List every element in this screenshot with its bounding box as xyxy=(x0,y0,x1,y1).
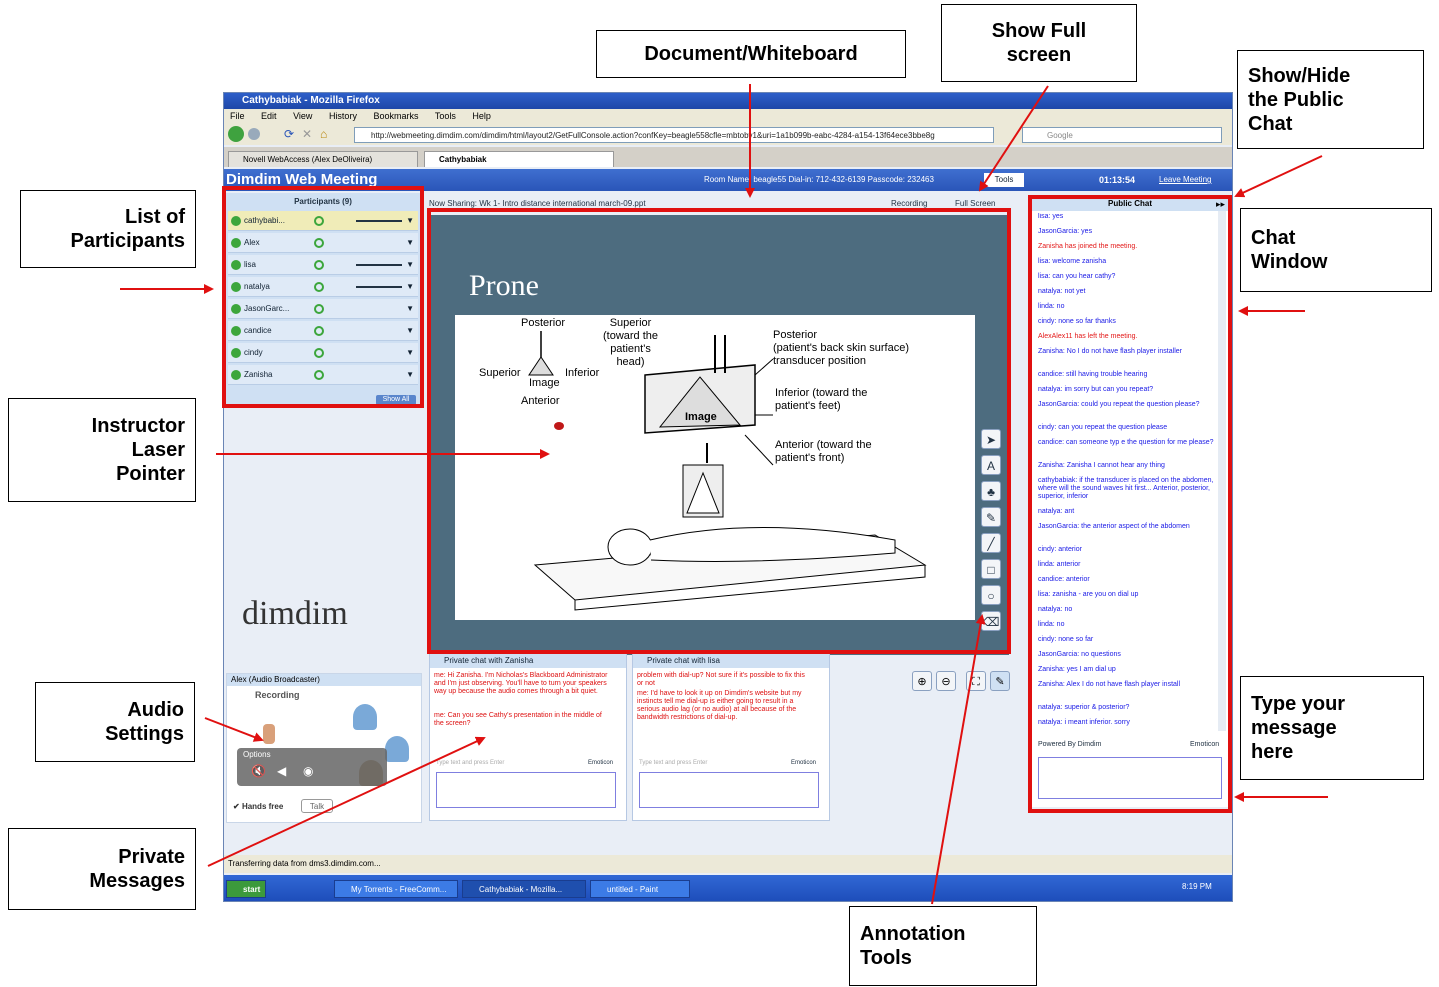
callout-type-your-message: Type your message here xyxy=(1240,676,1424,780)
callout-instructor-laser-pointer: Instructor Laser Pointer xyxy=(8,398,196,502)
callout-chat-window: Chat Window xyxy=(1240,208,1432,292)
callout-arrows xyxy=(120,84,1328,905)
callout-document-whiteboard: Document/Whiteboard xyxy=(596,30,906,78)
callout-annotation-tools: Annotation Tools xyxy=(849,906,1037,986)
callout-audio-settings: Audio Settings xyxy=(35,682,195,762)
callout-show-full-screen: Show Full screen xyxy=(941,4,1137,82)
callout-show-hide-chat: Show/Hide the Public Chat xyxy=(1237,50,1424,149)
callout-list-of-participants: List of Participants xyxy=(20,190,196,268)
callout-private-messages: Private Messages xyxy=(8,828,196,910)
